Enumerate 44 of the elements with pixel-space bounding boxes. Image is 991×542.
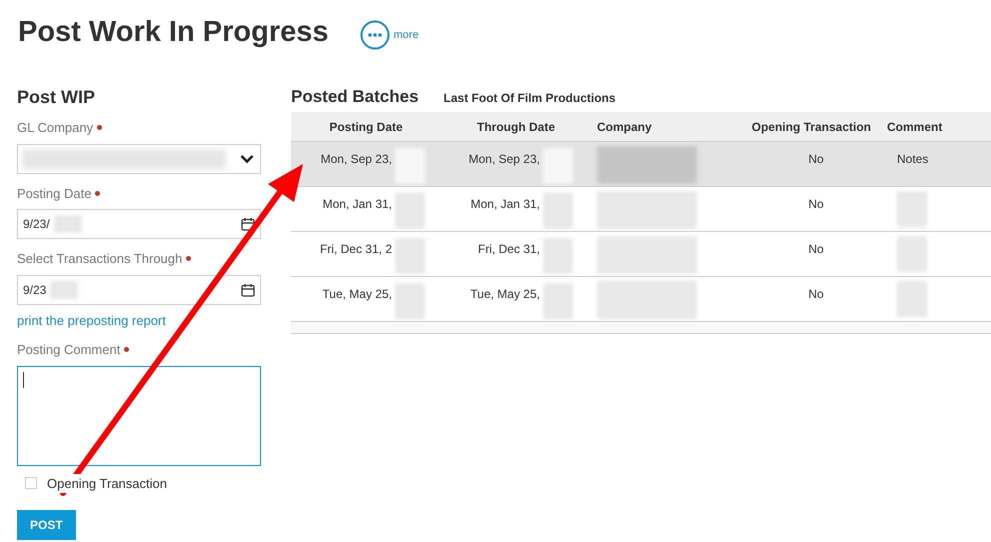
field-value: 9/23/ (23, 216, 50, 233)
column-header[interactable]: Posting Date (329, 120, 403, 134)
table-row[interactable]: Mon, Jan 31, Mon, Jan 31, No (291, 187, 991, 232)
table-cell-text: Fri, Dec 31, (478, 241, 540, 258)
table-cell-text: Mon, Sep 23, (468, 151, 540, 168)
table-row[interactable]: Tue, May 25, Tue, May 25, No (291, 277, 991, 322)
company-name: Last Foot Of Film Productions (444, 90, 616, 107)
column-header[interactable]: Company (597, 120, 652, 134)
field-label: Posting Date (17, 184, 92, 203)
table-row[interactable]: Fri, Dec 31, 2 Fri, Dec 31, No (291, 232, 991, 277)
table-cell-text: Fri, Dec 31, 2 (320, 241, 392, 258)
text-cursor (23, 372, 24, 388)
page-title: Post Work In Progress (18, 15, 328, 50)
field-label: GL Company (17, 119, 94, 137)
table-cell: No (808, 197, 824, 211)
column-header[interactable]: Comment (887, 120, 942, 134)
table-cell-text: Mon, Jan 31, (470, 196, 540, 213)
field-value: 9/23 (23, 282, 46, 298)
chevron-down-icon (240, 154, 254, 164)
checkbox-label: Opening Transaction (47, 474, 167, 493)
form-title: Post WIP (17, 86, 96, 108)
column-header[interactable]: Opening Transaction (752, 120, 871, 134)
more-icon (360, 20, 390, 50)
table-cell-text: Tue, May 25, (470, 286, 540, 303)
date-field[interactable]: 9/23/ (17, 209, 261, 239)
field-label: Posting Comment (17, 341, 120, 359)
comment-box[interactable] (17, 366, 261, 466)
table-cell: Notes (897, 152, 928, 166)
table-cell: No (808, 152, 824, 166)
column-header[interactable]: Through Date (477, 120, 555, 134)
checkbox[interactable] (25, 477, 37, 490)
table-cell-text: Mon, Jan 31, (322, 196, 392, 213)
calendar-icon[interactable] (241, 217, 255, 231)
table-cell: No (808, 242, 824, 256)
calendar-icon[interactable] (241, 282, 255, 296)
table-row[interactable]: Mon, Sep 23, Mon, Sep 23, No Notes (291, 142, 991, 187)
table-cell-text: Tue, May 25, (322, 286, 392, 303)
table-cell-text: Mon, Sep 23, (320, 151, 392, 168)
field-label: Select Transactions Through (17, 250, 182, 268)
preposting-report-link[interactable]: print the preposting report (17, 310, 261, 330)
more-button[interactable]: more (360, 20, 419, 50)
date-field[interactable]: 9/23 (17, 274, 261, 304)
section-title: Posted Batches (291, 86, 419, 108)
table-cell: No (808, 287, 824, 301)
